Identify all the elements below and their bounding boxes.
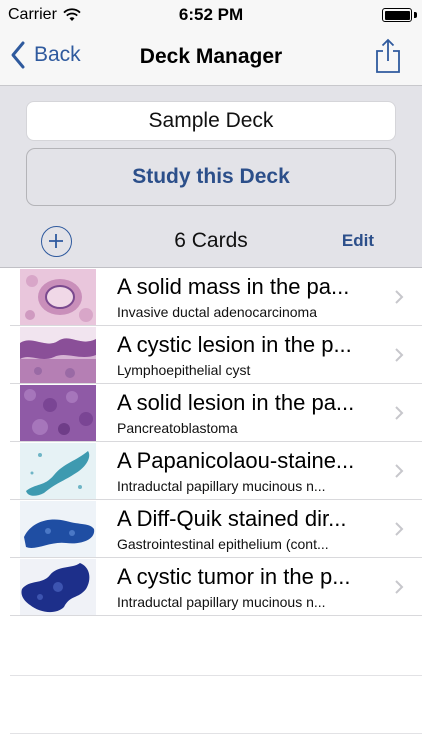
share-icon[interactable] (374, 38, 402, 74)
card-row[interactable]: A cystic tumor in the p... Intraductal p… (10, 558, 422, 616)
card-subtitle: Pancreatoblastoma (117, 420, 238, 436)
card-title: A cystic tumor in the p... (117, 564, 351, 589)
card-subtitle: Lymphoepithelial cyst (117, 362, 251, 378)
card-title: A cystic lesion in the p... (117, 332, 352, 357)
status-time: 6:52 PM (178, 5, 244, 24)
card-thumbnail (20, 269, 96, 325)
status-bar: Carrier 6:52 PM (0, 0, 422, 30)
card-title: A Papanicolaou-staine... (117, 448, 355, 473)
card-row[interactable]: A Papanicolaou-staine... Intraductal pap… (10, 442, 422, 500)
empty-row-divider (10, 733, 422, 734)
study-deck-button[interactable]: Study this Deck (26, 148, 396, 206)
card-row[interactable]: A solid lesion in the pa... Pancreatobla… (10, 384, 422, 442)
navigation-bar: Back Deck Manager (0, 30, 422, 86)
chevron-right-icon (395, 406, 404, 420)
card-title: A Diff-Quik stained dir... (117, 506, 347, 531)
card-row[interactable]: A cystic lesion in the p... Lymphoepithe… (10, 326, 422, 384)
battery-icon (382, 8, 412, 22)
deck-header-panel: Sample Deck Study this Deck 6 Cards Edit (0, 86, 422, 268)
chevron-right-icon (395, 464, 404, 478)
battery-tip (414, 12, 417, 18)
card-row[interactable]: A Diff-Quik stained dir... Gastrointesti… (10, 500, 422, 558)
deck-name-field[interactable]: Sample Deck (26, 101, 396, 141)
card-subtitle: Intraductal papillary mucinous n... (117, 478, 326, 494)
edit-button[interactable]: Edit (342, 231, 374, 251)
card-list: A solid mass in the pa... Invasive ducta… (0, 268, 422, 616)
empty-row-divider (10, 675, 422, 676)
card-subtitle: Intraductal papillary mucinous n... (117, 594, 326, 610)
chevron-right-icon (395, 290, 404, 304)
card-thumbnail (20, 559, 96, 615)
chevron-right-icon (395, 580, 404, 594)
card-thumbnail (20, 501, 96, 557)
battery-fill (384, 10, 410, 20)
card-thumbnail (20, 443, 96, 499)
card-thumbnail (20, 385, 96, 441)
page-title: Deck Manager (139, 45, 283, 68)
card-thumbnail (20, 327, 96, 383)
card-title: A solid lesion in the pa... (117, 390, 355, 415)
card-subtitle: Gastrointestinal epithelium (cont... (117, 536, 329, 552)
card-row[interactable]: A solid mass in the pa... Invasive ducta… (10, 268, 422, 326)
card-subtitle: Invasive ductal adenocarcinoma (117, 304, 318, 320)
chevron-right-icon (395, 348, 404, 362)
chevron-right-icon (395, 522, 404, 536)
card-title: A solid mass in the pa... (117, 274, 350, 299)
